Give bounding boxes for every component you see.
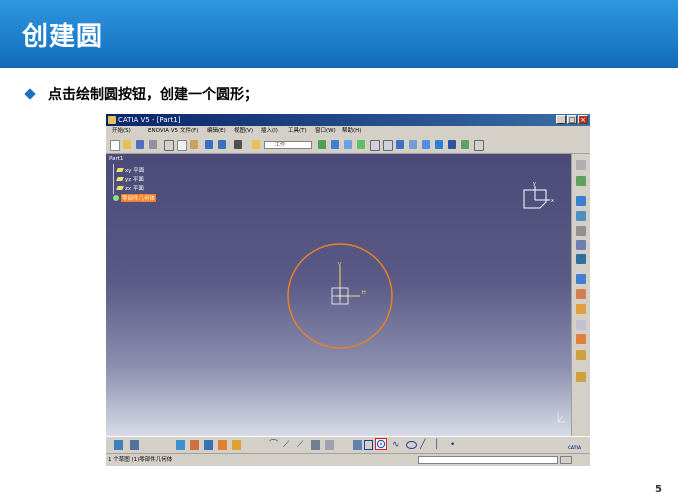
- paste-icon[interactable]: [190, 140, 198, 149]
- constraint-icon[interactable]: [176, 440, 185, 450]
- print-icon[interactable]: [149, 140, 157, 149]
- zoom-out-icon[interactable]: [383, 140, 393, 151]
- grid-icon[interactable]: [114, 440, 123, 450]
- page-number: 5: [655, 484, 662, 495]
- menu-view[interactable]: 视图(V): [234, 126, 253, 136]
- 3d-viewport[interactable]: Part1 xy 平面 yz 平面 zx 平面 零部件几何体 y x V H: [106, 154, 572, 436]
- bullet-text: 点击绘制圆按钮，创建一个圆形；: [48, 87, 258, 103]
- menu-help[interactable]: 帮助(H): [342, 126, 361, 136]
- menu-window[interactable]: 窗口(W): [315, 126, 336, 136]
- offset-icon[interactable]: [325, 440, 334, 450]
- pan-icon[interactable]: [344, 140, 352, 149]
- normal-view-icon[interactable]: [396, 140, 404, 149]
- translate-icon[interactable]: [576, 304, 586, 314]
- new-file-icon[interactable]: [110, 140, 120, 151]
- circle-button[interactable]: [375, 438, 387, 450]
- menu-bar: 开始(S) ENOVIA V5 文件(F) 编辑(E) 视图(V) 插入(I) …: [106, 126, 590, 136]
- analysis-icon[interactable]: [576, 372, 586, 382]
- bullet-diamond-icon: [24, 88, 36, 100]
- trim-icon[interactable]: ⟋: [297, 440, 306, 450]
- pocket-icon[interactable]: [576, 211, 586, 221]
- geometry-icon[interactable]: [204, 440, 213, 450]
- folder-icon[interactable]: [252, 140, 260, 149]
- slide-title: 创建圆: [22, 22, 104, 52]
- pointer-icon[interactable]: [234, 140, 242, 149]
- circle-tool-icon: [376, 439, 386, 449]
- auto-constraint-icon[interactable]: [190, 440, 199, 450]
- pattern-icon[interactable]: [576, 274, 586, 284]
- spline-icon[interactable]: ∿: [392, 440, 401, 450]
- bullet-point: 点击绘制圆按钮，创建一个圆形；: [24, 84, 258, 104]
- menu-edit[interactable]: 编辑(E): [207, 126, 226, 136]
- cut-icon[interactable]: [164, 140, 174, 151]
- catia-logo: CATIA: [568, 438, 586, 450]
- menu-enovia[interactable]: ENOVIA V5: [148, 126, 178, 136]
- undo-icon[interactable]: [205, 140, 213, 149]
- shell-icon[interactable]: [576, 254, 586, 264]
- window-title: CATIA V5 - [Part1]: [118, 116, 181, 124]
- pad-icon[interactable]: [576, 196, 586, 206]
- menu-file[interactable]: 文件(F): [180, 126, 198, 136]
- catia-app-icon: [108, 116, 116, 124]
- hide-show-icon[interactable]: [448, 140, 456, 149]
- arc-icon[interactable]: ⌒: [269, 440, 278, 450]
- sketcher-toolbar-right: [571, 154, 590, 436]
- toolbar-combo[interactable]: 工作: [264, 141, 312, 149]
- scale-icon[interactable]: [576, 320, 586, 330]
- command-input[interactable]: [418, 456, 558, 464]
- axis-icon[interactable]: │: [434, 440, 443, 450]
- window-controls: _ □ ×: [556, 115, 588, 124]
- sketch-tools-toolbar: ⌒ ⟋ ⟋ ∿ ╱ │ • CATIA: [106, 436, 590, 453]
- exit-workbench-icon[interactable]: [576, 160, 586, 170]
- dimension-icon[interactable]: [218, 440, 227, 450]
- mirror-icon[interactable]: [576, 289, 586, 299]
- point-icon[interactable]: •: [450, 440, 459, 450]
- menu-tools[interactable]: 工具(T): [288, 126, 307, 136]
- rectangle-icon[interactable]: [364, 440, 373, 450]
- minimize-button[interactable]: _: [556, 115, 566, 124]
- status-text: 1 个草图 (1)零部件几何体: [108, 457, 173, 463]
- line-icon[interactable]: ╱: [420, 440, 429, 450]
- ellipse-icon[interactable]: [406, 441, 417, 449]
- standard-toolbar: 工作: [106, 137, 590, 154]
- menu-start[interactable]: 开始(S): [112, 126, 131, 136]
- fix-icon[interactable]: [232, 440, 241, 450]
- v-axis-label: V: [338, 262, 342, 268]
- restore-button[interactable]: □: [567, 115, 577, 124]
- draft-icon[interactable]: [576, 350, 586, 360]
- redo-icon[interactable]: [218, 140, 226, 149]
- window-titlebar: CATIA V5 - [Part1] _ □ ×: [106, 114, 590, 126]
- h-axis-label: H: [362, 290, 366, 296]
- swap-space-icon[interactable]: [461, 140, 469, 149]
- sketch-icon[interactable]: [576, 176, 586, 186]
- zoom-in-icon[interactable]: [370, 140, 380, 151]
- axis-triad-icon: [557, 412, 566, 423]
- snap-icon[interactable]: [130, 440, 139, 450]
- fit-all-icon[interactable]: [331, 140, 339, 149]
- edge-fillet-icon[interactable]: [576, 226, 586, 236]
- chamfer-icon[interactable]: [576, 240, 586, 250]
- close-button[interactable]: ×: [578, 115, 588, 124]
- sketch-canvas[interactable]: V H: [106, 154, 572, 436]
- open-file-icon[interactable]: [123, 140, 131, 149]
- profile-icon[interactable]: [353, 440, 362, 450]
- slide-header: 创建圆: [0, 0, 678, 68]
- rotate-icon[interactable]: [357, 140, 365, 149]
- copy-icon[interactable]: [177, 140, 187, 151]
- menu-insert[interactable]: 插入(I): [261, 126, 278, 136]
- save-icon[interactable]: [136, 140, 144, 149]
- projection-icon[interactable]: [311, 440, 320, 450]
- shading-icon[interactable]: [435, 140, 443, 149]
- fly-mode-icon[interactable]: [318, 140, 326, 149]
- multi-view-icon[interactable]: [409, 140, 417, 149]
- measure-icon[interactable]: [474, 140, 484, 151]
- status-bar: 1 个草图 (1)零部件几何体: [106, 453, 590, 466]
- catia-logo-text: CATIA: [568, 445, 582, 450]
- iso-view-icon[interactable]: [422, 140, 430, 149]
- boolean-icon[interactable]: [576, 334, 586, 344]
- command-go-button[interactable]: [560, 456, 572, 464]
- corner-icon[interactable]: ⟋: [283, 440, 292, 450]
- catia-screenshot: CATIA V5 - [Part1] _ □ × 开始(S) ENOVIA V5…: [106, 114, 590, 466]
